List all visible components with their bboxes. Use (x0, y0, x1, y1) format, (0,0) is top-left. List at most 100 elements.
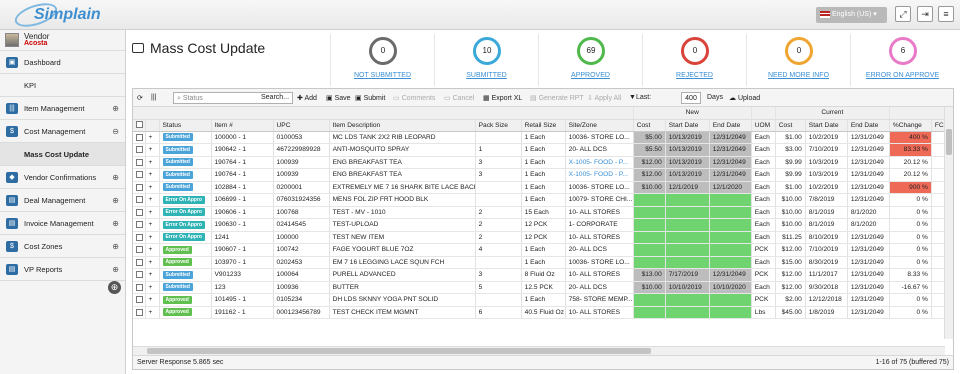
table-row[interactable]: + Submitted 123 100936 BUTTER 5 12.5 PCK 20- AL… (133, 281, 946, 294)
cell-new-nstart[interactable]: 12/1/2019 (665, 181, 710, 194)
column-header[interactable]: Cost (633, 119, 666, 132)
row-checkbox[interactable] (136, 271, 143, 279)
row-checkbox[interactable] (136, 171, 143, 179)
expand-row-icon[interactable]: + (145, 143, 160, 157)
cell-new-nstart[interactable] (665, 231, 710, 244)
stat-error-on-approve[interactable]: 6 ERROR ON APPROVE (850, 34, 954, 86)
table-row[interactable]: + Submitted V901233 100064 PURELL ADVANCED 3 8… (133, 268, 946, 282)
expand-row-icon[interactable]: + (145, 243, 160, 257)
search-button[interactable]: Search... (261, 94, 289, 101)
save-button[interactable]: ▣ Save (326, 94, 351, 102)
cell-new-ncost[interactable]: $10.00 (633, 181, 666, 194)
sidebar-item-vp-reports[interactable]: ▤ VP Reports ⊕ (0, 258, 125, 281)
select-all-checkbox[interactable] (136, 121, 143, 129)
stat-label[interactable]: NEED MORE INFO (747, 72, 850, 79)
cell-new-ncost[interactable]: $5.50 (633, 143, 666, 157)
table-row[interactable]: + Error On Appro 190630 - 1 02414545 TEST-UP… (133, 218, 946, 232)
export-button[interactable]: ▦ Export XL (483, 94, 522, 102)
cell-new-nstart[interactable] (665, 293, 710, 307)
cell-new-ncost[interactable] (633, 243, 666, 257)
row-checkbox[interactable] (136, 308, 143, 316)
cell-new-nstart[interactable] (665, 218, 710, 232)
column-header[interactable]: %Change (889, 119, 932, 132)
column-header[interactable] (145, 119, 160, 132)
cell-new-nstart[interactable]: 10/13/2019 (665, 131, 710, 144)
cell-new-nend[interactable] (709, 218, 752, 232)
table-row[interactable]: + Error On Appro 190606 - 1 100768 TEST - MV… (133, 206, 946, 219)
cell-new-ncost[interactable] (633, 306, 666, 319)
stat-submitted[interactable]: 10 SUBMITTED (434, 34, 538, 86)
column-header[interactable]: Status (159, 119, 212, 132)
submit-button[interactable]: ▣ Submit (355, 94, 385, 102)
row-select[interactable] (133, 268, 146, 282)
row-checkbox[interactable] (136, 246, 143, 254)
row-checkbox[interactable] (136, 283, 143, 291)
cell-new-nstart[interactable] (665, 243, 710, 257)
cell-new-nend[interactable] (709, 243, 752, 257)
cell-new-ncost[interactable]: $12.00 (633, 168, 666, 182)
cell-new-nend[interactable]: 12/1/2020 (709, 181, 752, 194)
cell-new-nstart[interactable] (665, 306, 710, 319)
expand-row-icon[interactable]: + (145, 168, 160, 182)
stat-label[interactable]: APPROVED (539, 72, 642, 79)
cell-new-nstart[interactable]: 10/13/2019 (665, 156, 710, 169)
expand-row-icon[interactable]: + (145, 206, 160, 219)
row-checkbox[interactable] (136, 146, 143, 154)
language-selector[interactable]: English (US) ▾ (816, 7, 887, 23)
cell-new-nend[interactable] (709, 206, 752, 219)
expand-row-icon[interactable]: + (145, 306, 160, 319)
stat-label[interactable]: NOT SUBMITTED (331, 72, 434, 79)
logout-icon[interactable]: ⇥ (917, 6, 933, 22)
table-row[interactable]: + Submitted 190642 - 1 467229989928 ANTI-MOS… (133, 143, 946, 157)
row-select[interactable] (133, 168, 146, 182)
sidebar-item-kpi[interactable]: KPI (0, 74, 125, 97)
expand-row-icon[interactable]: + (145, 281, 160, 294)
row-checkbox[interactable] (136, 296, 143, 304)
column-header[interactable] (133, 119, 146, 132)
column-header[interactable]: Start Date (805, 119, 848, 132)
generate-report-button[interactable]: ▤ Generate RPT (530, 94, 584, 102)
row-select[interactable] (133, 193, 146, 207)
column-header[interactable]: Cost (775, 119, 806, 132)
row-select[interactable] (133, 306, 146, 319)
cell-new-nstart[interactable]: 10/10/2019 (665, 281, 710, 294)
expand-icon[interactable]: ⊕ (112, 235, 119, 258)
vertical-scrollbar[interactable] (944, 107, 953, 339)
row-select[interactable] (133, 156, 146, 169)
cell-new-nend[interactable]: 12/31/2049 (709, 168, 752, 182)
expand-icon[interactable]: ⊕ (112, 258, 119, 281)
table-row[interactable]: + Submitted 102884 - 1 0200001 EXTREMELY ME … (133, 181, 946, 194)
column-header[interactable]: Retail Size (521, 119, 566, 132)
cell-new-ncost[interactable] (633, 256, 666, 269)
cell-new-nstart[interactable]: 7/17/2019 (665, 268, 710, 282)
row-checkbox[interactable] (136, 208, 143, 216)
cell-new-ncost[interactable] (633, 293, 666, 307)
column-header[interactable]: Site/Zone (565, 119, 634, 132)
expand-row-icon[interactable]: + (145, 131, 160, 144)
cell-new-nstart[interactable] (665, 206, 710, 219)
cell-new-nend[interactable] (709, 231, 752, 244)
row-select[interactable] (133, 131, 146, 144)
sidebar-item-cost-management[interactable]: $ Cost Management ⊖ (0, 120, 125, 143)
table-row[interactable]: + Approved 103970 - 1 0202453 EM 7 16 LEGGIN… (133, 256, 946, 269)
stat-label[interactable]: ERROR ON APPROVE (851, 72, 954, 79)
expand-row-icon[interactable]: + (145, 256, 160, 269)
cell-new-ncost[interactable]: $5.00 (633, 131, 666, 144)
row-select[interactable] (133, 293, 146, 307)
column-header[interactable]: End Date (709, 119, 752, 132)
columns-icon[interactable]: ||| (151, 94, 156, 101)
days-input[interactable]: 400 (681, 92, 701, 104)
column-header[interactable]: Item # (211, 119, 274, 132)
row-checkbox[interactable] (136, 221, 143, 229)
stat-approved[interactable]: 69 APPROVED (538, 34, 642, 86)
row-select[interactable] (133, 181, 146, 194)
table-row[interactable]: + Submitted 100000 - 1 0100053 MC LDS TANK 2… (133, 131, 946, 144)
expand-icon[interactable]: ⊕ (112, 166, 119, 189)
row-checkbox[interactable] (136, 133, 143, 141)
table-row[interactable]: + Error On Appro 1241 100000 TEST NEW ITEM 2 1… (133, 231, 946, 244)
apply-all-button[interactable]: ⇩ Apply All (587, 94, 621, 102)
stat-label[interactable]: REJECTED (643, 72, 746, 79)
column-header[interactable]: Item Description (329, 119, 476, 132)
add-button[interactable]: ✚ Add (297, 94, 317, 102)
sidebar-item-item-management[interactable]: ||| Item Management ⊕ (0, 97, 125, 120)
